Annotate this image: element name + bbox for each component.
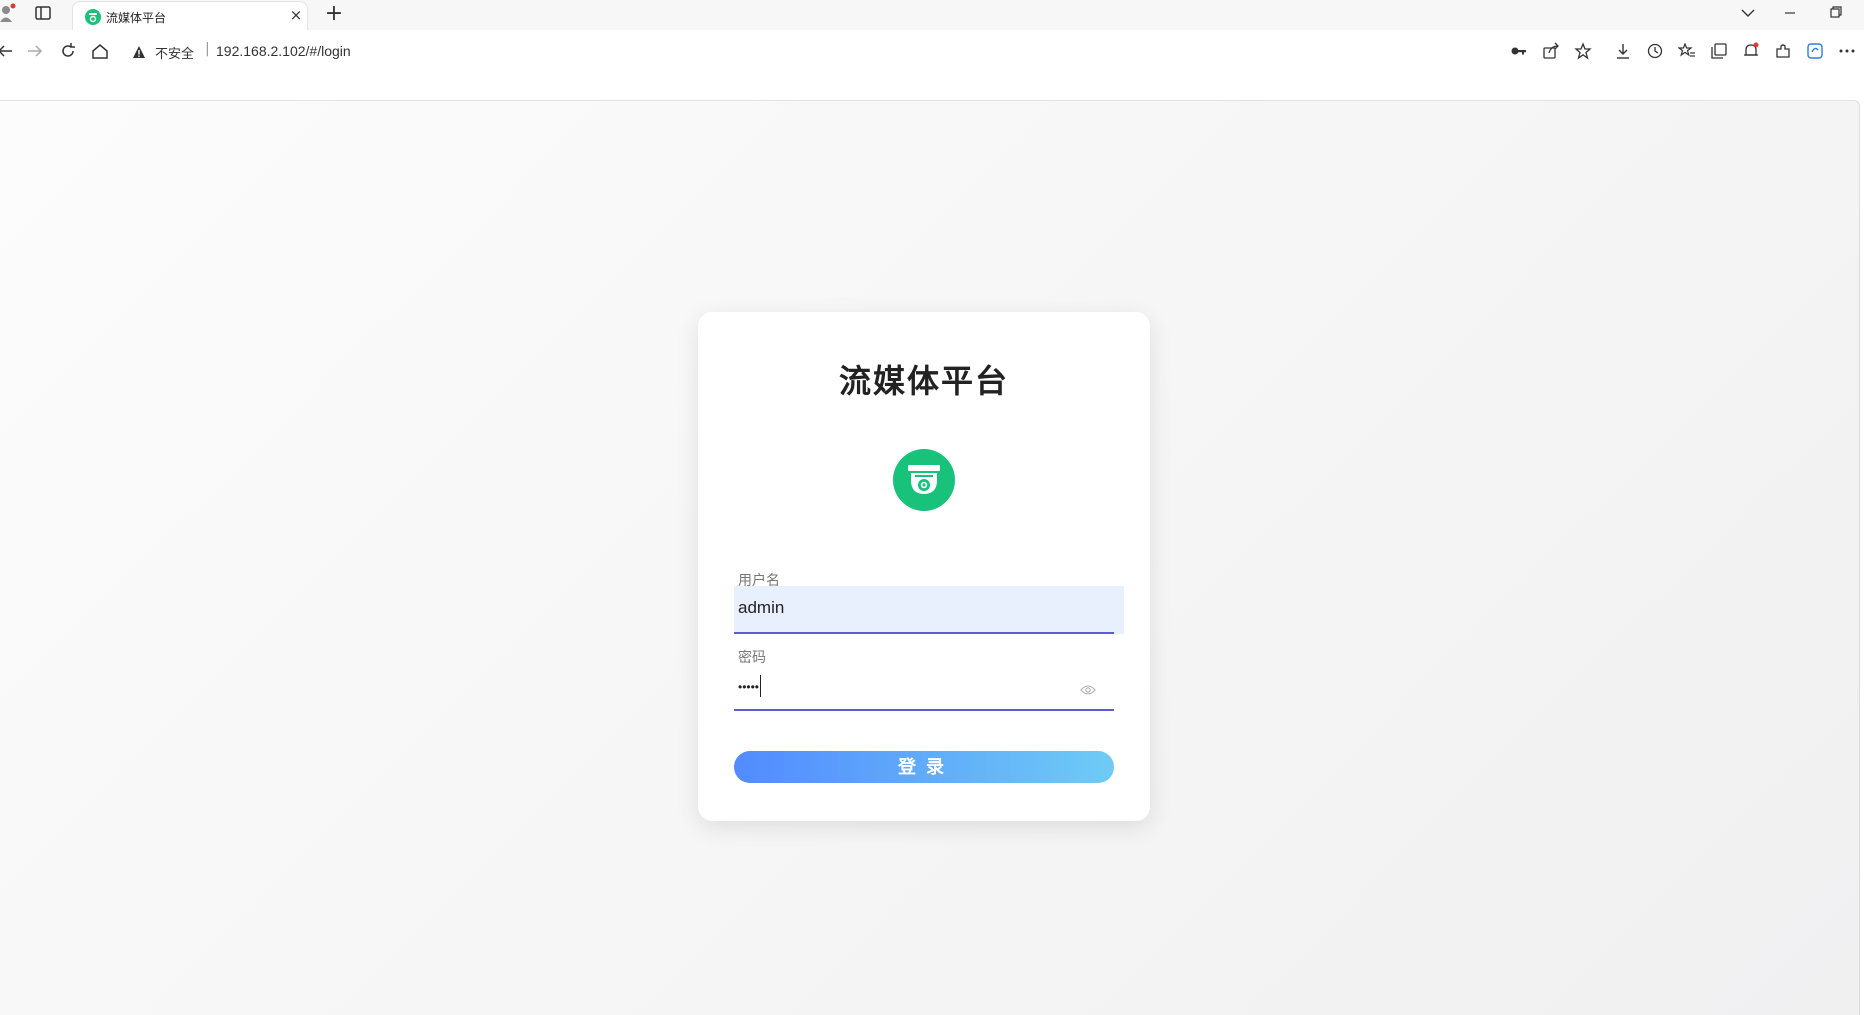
insecure-label[interactable]: 不安全 (155, 43, 194, 62)
url-text[interactable]: 192.168.2.102/#/login (216, 43, 351, 59)
browser-essentials-icon[interactable] (1806, 42, 1824, 60)
password-key-icon[interactable] (1510, 42, 1528, 60)
tab-title: 流媒体平台 (106, 11, 167, 25)
restore-button[interactable] (1814, 0, 1858, 26)
tab-login[interactable]: 流媒体平台 × (72, 1, 308, 30)
profile-icon[interactable] (0, 3, 16, 23)
login-card: 流媒体平台 用户名 admin 密码 ••••• 登录 (698, 312, 1150, 821)
page-title: 流媒体平台 (838, 362, 1009, 400)
back-arrow-icon[interactable] (0, 42, 14, 60)
username-underline (734, 632, 1114, 634)
text-caret (760, 675, 762, 697)
url-separator: | (205, 41, 210, 57)
browser-tab-strip: 流媒体平台 × + (0, 0, 1864, 30)
username-input-value[interactable]: admin (738, 598, 1068, 618)
home-icon[interactable] (91, 42, 109, 60)
tab-actions-icon[interactable] (34, 4, 52, 22)
camera-favicon-icon (85, 9, 101, 25)
favorite-star-icon[interactable] (1574, 42, 1592, 60)
tab-close-button[interactable]: × (287, 6, 305, 24)
share-icon[interactable] (1542, 42, 1560, 60)
favorites-list-icon[interactable] (1677, 42, 1696, 60)
extensions-icon[interactable] (1774, 42, 1792, 60)
address-bar[interactable]: 不安全 | 192.168.2.102/#/login (120, 35, 1590, 67)
notification-bell-icon[interactable] (1742, 42, 1760, 60)
collections-icon[interactable] (1710, 42, 1728, 60)
history-icon[interactable] (1646, 42, 1664, 60)
security-camera-logo-icon (893, 449, 955, 511)
warning-icon[interactable] (132, 44, 146, 58)
page-background: 流媒体平台 用户名 admin 密码 ••••• 登录 (0, 100, 1860, 1015)
forward-arrow-icon[interactable] (26, 42, 44, 60)
username-field[interactable]: admin (734, 586, 1124, 634)
reload-icon[interactable] (59, 42, 77, 60)
password-input-value[interactable]: ••••• (738, 675, 1068, 698)
address-toolbar: 不安全 | 192.168.2.102/#/login (0, 30, 1864, 72)
password-masked-text: ••••• (738, 680, 760, 694)
show-password-eye-icon[interactable] (1080, 681, 1096, 695)
password-field[interactable]: ••••• (734, 663, 1124, 711)
download-icon[interactable] (1614, 42, 1632, 60)
tab-search-chevron-icon[interactable] (1726, 0, 1770, 26)
password-underline (734, 709, 1114, 711)
minimize-button[interactable] (1768, 0, 1812, 26)
new-tab-button[interactable]: + (322, 2, 346, 26)
login-button[interactable]: 登录 (734, 751, 1114, 783)
more-menu-icon[interactable] (1838, 42, 1856, 60)
